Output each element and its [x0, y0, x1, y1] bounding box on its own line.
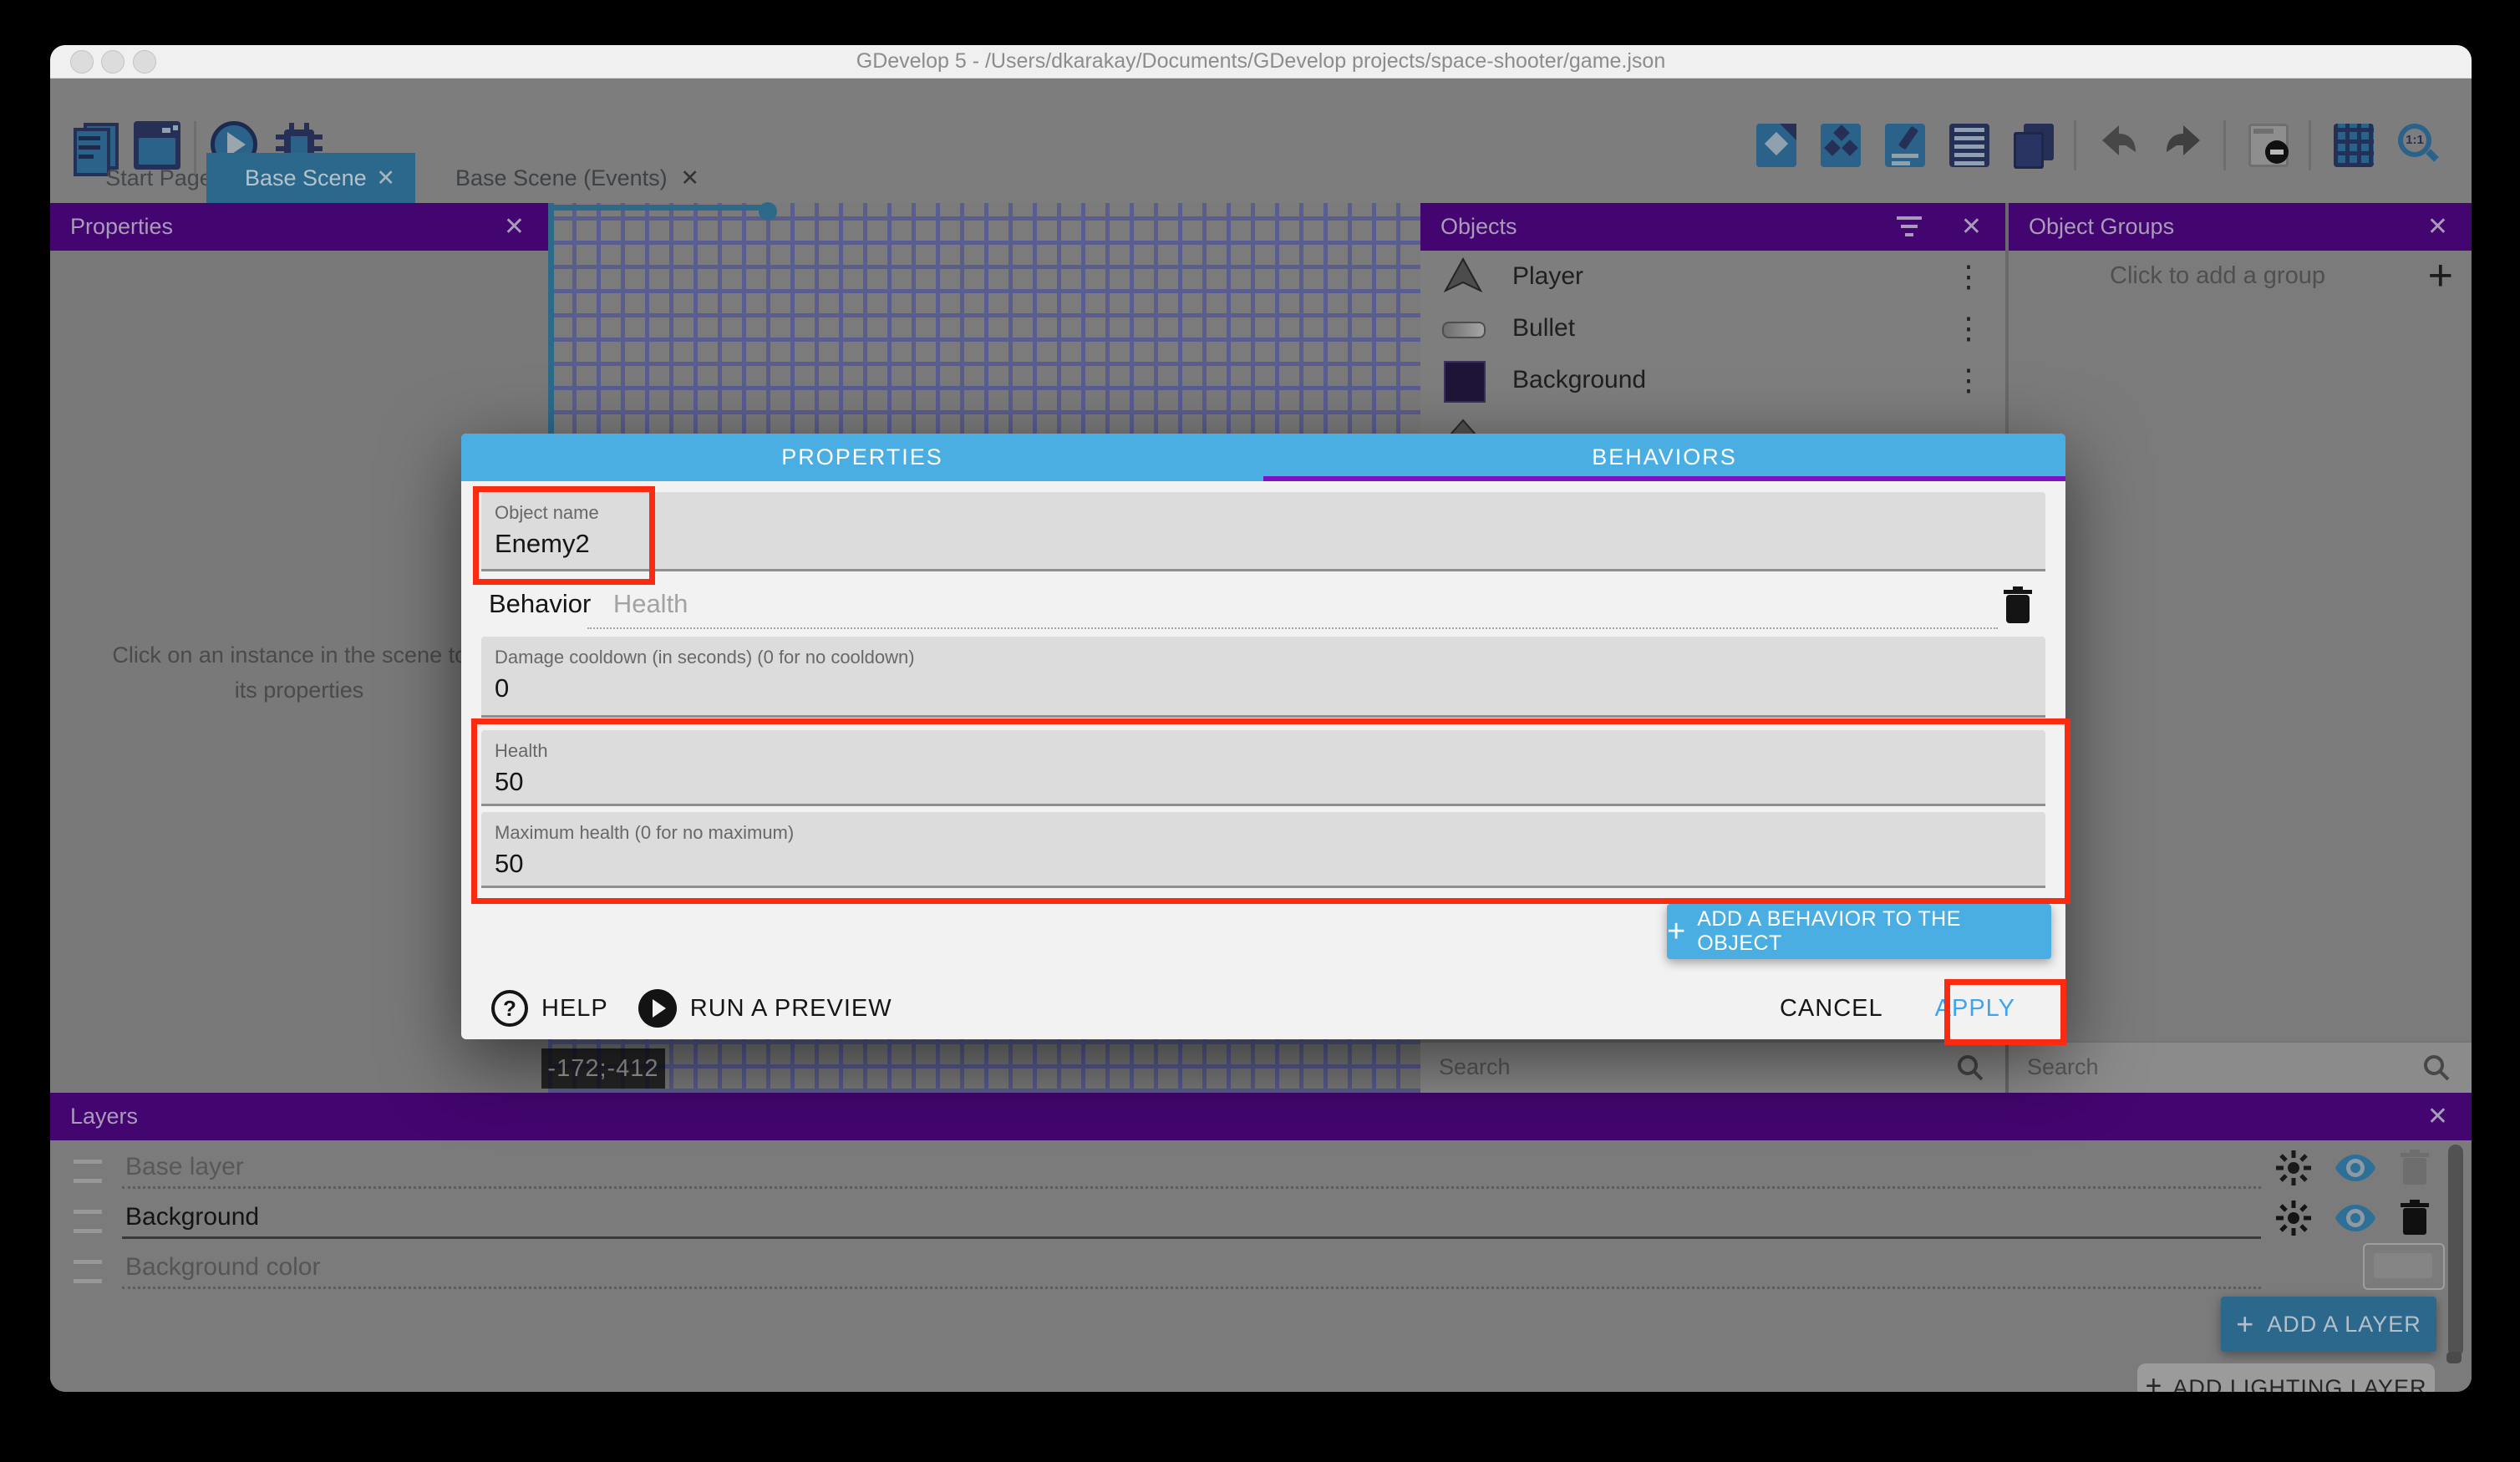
window-title: GDevelop 5 - /Users/dkarakay/Documents/G…: [50, 49, 2472, 74]
plus-icon: +: [1667, 914, 1685, 950]
properties-panel-header: Properties ✕: [50, 203, 548, 251]
behavior-name[interactable]: Health: [613, 589, 688, 618]
panel-title: Objects: [1440, 214, 1517, 240]
close-icon[interactable]: ✕: [1961, 212, 1982, 241]
player-ship-icon: [1444, 257, 1482, 296]
dialog-tabs: PROPERTIES BEHAVIORS: [461, 434, 2065, 481]
search-icon: [1955, 1053, 1985, 1083]
object-row-background[interactable]: Background ⋮: [1420, 354, 2005, 408]
canvas-scrollbar-knob[interactable]: [759, 202, 777, 221]
add-behavior-button[interactable]: + ADD A BEHAVIOR TO THE OBJECT: [1667, 904, 2051, 959]
row-underline: [122, 1186, 2261, 1189]
bullet-icon: [1442, 322, 1486, 338]
layers-panel: Layers ✕ Base layer Background Backgroun…: [50, 1093, 2472, 1392]
titlebar: GDevelop 5 - /Users/dkarakay/Documents/G…: [50, 45, 2472, 79]
object-menu-icon[interactable]: ⋮: [1954, 259, 1984, 294]
delete-behavior-icon[interactable]: [2003, 586, 2033, 624]
help-icon[interactable]: ?: [491, 990, 528, 1027]
drag-handle-icon[interactable]: [74, 1210, 102, 1233]
close-icon[interactable]: ✕: [2427, 1102, 2448, 1131]
objects-panel-header: Objects ✕: [1420, 203, 2005, 251]
search-icon: [2421, 1053, 2451, 1083]
drag-handle-icon[interactable]: [74, 1260, 102, 1283]
close-icon[interactable]: ✕: [2427, 212, 2448, 241]
dialog-footer: ? HELP RUN A PREVIEW CANCEL APPLY: [491, 983, 2035, 1033]
visibility-eye-icon[interactable]: [2335, 1203, 2376, 1233]
tab-base-scene-events[interactable]: Base Scene (Events) ✕: [422, 153, 723, 203]
dialog-tab-properties[interactable]: PROPERTIES: [461, 434, 1263, 481]
close-tab-icon[interactable]: ✕: [376, 165, 395, 191]
layer-effects-icon[interactable]: [2274, 1149, 2313, 1187]
annotation-apply-button: [1944, 979, 2066, 1045]
panel-title: Layers: [70, 1104, 138, 1129]
layer-row-base-layer[interactable]: Base layer: [50, 1143, 2472, 1193]
object-row-partially-hidden[interactable]: [1420, 406, 2005, 434]
editor-tabs: Start Page Base Scene ✕ Base Scene (Even…: [50, 153, 2472, 203]
row-underline: [122, 1287, 2261, 1289]
dialog-tab-behaviors[interactable]: BEHAVIORS: [1263, 434, 2065, 481]
panel-title: Object Groups: [2029, 214, 2174, 240]
app-window: GDevelop 5 - /Users/dkarakay/Documents/G…: [50, 45, 2472, 1392]
layers-panel-header: Layers ✕: [50, 1093, 2472, 1140]
object-menu-icon[interactable]: ⋮: [1954, 363, 1984, 398]
row-underline: [122, 1236, 2261, 1239]
layers-scrollbar[interactable]: [2448, 1145, 2463, 1357]
plus-icon: +: [2236, 1307, 2253, 1342]
object-name-field[interactable]: Object name Enemy2: [481, 492, 2045, 571]
filter-icon[interactable]: [1897, 216, 1922, 236]
run-preview-button[interactable]: RUN A PREVIEW: [690, 995, 892, 1023]
visibility-eye-icon[interactable]: [2335, 1153, 2376, 1183]
add-layer-button[interactable]: + ADD A LAYER: [2221, 1297, 2436, 1352]
annotation-object-name: [473, 486, 655, 585]
objects-search[interactable]: Search: [1420, 1041, 2005, 1093]
run-preview-icon[interactable]: [638, 989, 677, 1028]
delete-layer-icon[interactable]: [2400, 1200, 2430, 1236]
annotation-health-fields: [471, 718, 2070, 904]
add-lighting-layer-button[interactable]: +ADD LIGHTING LAYER: [2137, 1363, 2435, 1392]
delete-layer-icon[interactable]: [2400, 1150, 2430, 1186]
damage-cooldown-field[interactable]: Damage cooldown (in seconds) (0 for no c…: [481, 637, 2045, 718]
drag-handle-icon[interactable]: [74, 1160, 102, 1183]
layer-row-background-color[interactable]: Background color: [50, 1243, 2472, 1293]
close-icon[interactable]: ✕: [504, 212, 525, 241]
tab-base-scene[interactable]: Base Scene ✕: [206, 153, 415, 203]
object-groups-search[interactable]: Search: [2009, 1041, 2472, 1093]
object-groups-panel-header: Object Groups ✕: [2009, 203, 2472, 251]
object-groups-panel: Object Groups ✕ Click to add a group + S…: [2009, 203, 2472, 1093]
layer-effects-icon[interactable]: [2274, 1199, 2313, 1237]
close-tab-icon[interactable]: ✕: [680, 165, 699, 191]
object-row-player[interactable]: Player ⋮: [1420, 251, 2005, 304]
layer-row-background[interactable]: Background: [50, 1193, 2472, 1243]
canvas-horizontal-scrollbar[interactable]: [551, 205, 767, 211]
help-button[interactable]: HELP: [541, 995, 608, 1023]
search-placeholder: Search: [1439, 1054, 1511, 1080]
add-group-row[interactable]: Click to add a group +: [2009, 251, 2472, 306]
popup-scrollbar[interactable]: [2446, 1352, 2462, 1363]
cursor-coordinates-badge: -172;-412: [541, 1048, 665, 1089]
background-color-swatch[interactable]: [2363, 1243, 2445, 1290]
object-row-bullet[interactable]: Bullet ⋮: [1420, 302, 2005, 356]
toolbar: 1:1: [50, 78, 2472, 153]
active-tab-indicator: [1263, 476, 2065, 481]
cancel-button[interactable]: CANCEL: [1780, 995, 1883, 1023]
search-placeholder: Search: [2027, 1054, 2099, 1080]
object-menu-icon[interactable]: ⋮: [1954, 311, 1984, 346]
panel-title: Properties: [70, 214, 173, 240]
behavior-underline: [587, 627, 1998, 629]
plus-icon: +: [2146, 1370, 2163, 1392]
background-thumbnail-icon: [1444, 361, 1486, 403]
add-group-plus-icon[interactable]: +: [2428, 251, 2453, 301]
behavior-header-row: Behavior Health: [489, 589, 2038, 631]
